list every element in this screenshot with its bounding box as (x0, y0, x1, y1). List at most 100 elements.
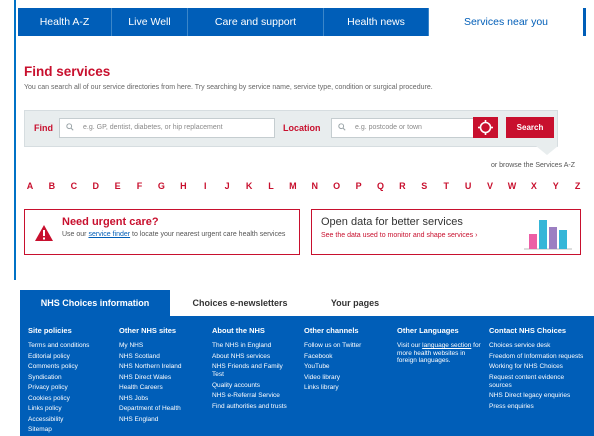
footer-link[interactable]: Links library (304, 384, 392, 392)
footer-link[interactable]: NHS Scotland (119, 353, 207, 361)
footer-link[interactable]: Request content evidence sources (489, 374, 585, 390)
nav-care-and-support[interactable]: Care and support (188, 8, 324, 36)
az-letter[interactable]: Q (375, 181, 387, 191)
bar-chart-icon-bar (529, 234, 537, 249)
footer-link[interactable]: Terms and conditions (28, 342, 116, 350)
footer-link[interactable]: Press enquiries (489, 403, 585, 411)
nav-live-well[interactable]: Live Well (112, 8, 188, 36)
bar-chart-icon-bar (539, 220, 547, 249)
az-letter[interactable]: S (418, 181, 430, 191)
az-index: A B C D E F G H I J K L M N O P Q R S T … (24, 181, 584, 191)
footer-link[interactable]: Accessibility (28, 416, 116, 424)
footer-link[interactable]: Comments policy (28, 363, 116, 371)
az-letter[interactable]: N (309, 181, 321, 191)
az-letter[interactable]: O (331, 181, 343, 191)
use-my-location-button[interactable] (473, 117, 498, 138)
urgent-care-text: Use our service finder to locate your ne… (62, 231, 286, 238)
az-letter[interactable]: W (506, 181, 518, 191)
browse-services-az-link[interactable]: or browse the Services A-Z (491, 162, 575, 169)
footer-link[interactable]: Find authorities and trusts (212, 403, 296, 411)
footer-link[interactable]: Follow us on Twitter (304, 342, 392, 350)
footer-link[interactable]: Video library (304, 374, 392, 382)
footer-link[interactable]: Sitemap (28, 426, 116, 434)
footer-link[interactable]: NHS Jobs (119, 395, 207, 403)
footer-link[interactable]: Syndication (28, 374, 116, 382)
footer-link[interactable]: Choices service desk (489, 342, 585, 350)
az-letter[interactable]: H (177, 181, 189, 191)
urgent-care-panel[interactable]: Need urgent care? Use our service finder… (24, 209, 300, 255)
find-input-placeholder: e.g. GP, dentist, diabetes, or hip repla… (83, 124, 223, 131)
az-letter[interactable]: Z (572, 181, 584, 191)
footer-link[interactable]: NHS Direct Wales (119, 374, 207, 382)
location-input[interactable]: e.g. postcode or town (331, 118, 475, 138)
find-input[interactable]: e.g. GP, dentist, diabetes, or hip repla… (59, 118, 275, 138)
footer-link[interactable]: Freedom of Information requests (489, 353, 585, 361)
footer-link[interactable]: YouTube (304, 363, 392, 371)
footer-link[interactable]: Links policy (28, 405, 116, 413)
nav-services-near-you[interactable]: Services near you (429, 8, 586, 36)
open-data-title: Open data for better services (321, 216, 463, 228)
az-letter[interactable]: E (112, 181, 124, 191)
bar-chart-icon-bar (549, 227, 557, 249)
language-note: Visit our language section for more heal… (397, 342, 481, 365)
footer-link[interactable]: My NHS (119, 342, 207, 350)
footer-link[interactable]: Department of Health (119, 405, 207, 413)
az-letter[interactable]: M (287, 181, 299, 191)
footer-link[interactable]: Health Careers (119, 384, 207, 392)
az-letter[interactable]: B (46, 181, 58, 191)
az-letter[interactable]: C (68, 181, 80, 191)
az-letter[interactable]: V (484, 181, 496, 191)
footer-tabs: NHS Choices information Choices e-newsle… (20, 290, 400, 316)
az-letter[interactable]: I (199, 181, 211, 191)
tab-choices-e-newsletters[interactable]: Choices e-newsletters (170, 290, 310, 316)
search-icon (338, 123, 346, 131)
footer-link[interactable]: NHS e-Referral Service (212, 392, 296, 400)
language-section-link[interactable]: language section (422, 342, 471, 349)
nav-health-news[interactable]: Health news (324, 8, 429, 36)
footer-column-other-languages: Other Languages Visit our language secti… (397, 326, 487, 365)
search-button[interactable]: Search (506, 117, 554, 138)
footer-column-title: Site policies (28, 326, 72, 335)
bar-chart-icon-bar (559, 230, 567, 249)
footer-link[interactable]: Editorial policy (28, 353, 116, 361)
tab-your-pages[interactable]: Your pages (310, 290, 400, 316)
location-label: Location (283, 123, 321, 133)
az-letter[interactable]: G (155, 181, 167, 191)
tab-nhs-choices-information[interactable]: NHS Choices information (20, 290, 170, 316)
footer-link[interactable]: Quality accounts (212, 382, 296, 390)
az-letter[interactable]: J (221, 181, 233, 191)
az-letter[interactable]: R (396, 181, 408, 191)
az-letter[interactable]: P (353, 181, 365, 191)
open-data-link[interactable]: See the data used to monitor and shape s… (321, 232, 477, 239)
open-data-panel[interactable]: Open data for better services See the da… (311, 209, 581, 255)
az-letter[interactable]: F (134, 181, 146, 191)
footer-link[interactable]: NHS England (119, 416, 207, 424)
footer-link[interactable]: NHS Northern Ireland (119, 363, 207, 371)
warning-icon (35, 225, 53, 241)
az-letter[interactable]: X (528, 181, 540, 191)
service-finder-link[interactable]: service finder (88, 231, 130, 238)
az-letter[interactable]: U (462, 181, 474, 191)
az-letter[interactable]: Y (550, 181, 562, 191)
footer-link[interactable]: Cookies policy (28, 395, 116, 403)
footer-link[interactable]: Facebook (304, 353, 392, 361)
footer-link[interactable]: Working for NHS Choices (489, 363, 585, 371)
az-letter[interactable]: L (265, 181, 277, 191)
footer-link[interactable]: The NHS in England (212, 342, 296, 350)
nav-health-a-z[interactable]: Health A-Z (18, 8, 112, 36)
find-label: Find (34, 123, 53, 133)
footer-link[interactable]: NHS Friends and Family Test (212, 363, 296, 379)
az-letter[interactable]: D (90, 181, 102, 191)
az-letter[interactable]: A (24, 181, 36, 191)
page-title: Find services (24, 64, 111, 79)
main-navigation: Health A-Z Live Well Care and support He… (18, 8, 586, 36)
footer-column-about-the-nhs: About the NHS The NHS in England About N… (212, 326, 296, 413)
footer-link[interactable]: Privacy policy (28, 384, 116, 392)
urgent-care-title: Need urgent care? (62, 216, 159, 228)
az-letter[interactable]: K (243, 181, 255, 191)
footer-link[interactable]: NHS Direct legacy enquiries (489, 392, 585, 400)
az-letter[interactable]: T (440, 181, 452, 191)
footer-column-title: About the NHS (212, 326, 265, 335)
footer-column-site-policies: Site policies Terms and conditions Edito… (28, 326, 116, 436)
footer-link[interactable]: About NHS services (212, 353, 296, 361)
